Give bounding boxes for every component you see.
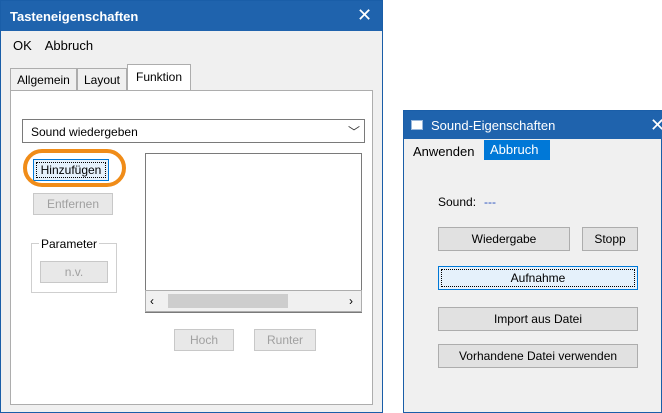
import-button[interactable]: Import aus Datei: [438, 307, 638, 331]
menu-ok[interactable]: OK: [13, 38, 32, 53]
menu-cancel[interactable]: Abbruch: [45, 38, 93, 53]
title-bar: Sound-Eigenschaften ✕: [404, 111, 662, 139]
tab-general[interactable]: Allgemein: [10, 68, 77, 90]
scrollbar-thumb[interactable]: [168, 294, 288, 308]
parameter-group-label: Parameter: [39, 237, 100, 251]
scroll-left-icon[interactable]: ‹: [150, 294, 154, 308]
sound-properties-dialog: Sound-Eigenschaften ✕ Anwenden Abbruch S…: [403, 110, 662, 413]
parameter-button[interactable]: n.v.: [40, 261, 108, 283]
function-select[interactable]: Sound wiedergeben ﹀: [22, 119, 365, 143]
up-button[interactable]: Hoch: [174, 329, 234, 351]
focus-rect: [441, 269, 635, 287]
key-properties-dialog: Tasteneigenschaften ✕ OK Abbruch Allgeme…: [0, 0, 383, 413]
play-button[interactable]: Wiedergabe: [438, 227, 570, 251]
window-title: Sound-Eigenschaften: [431, 118, 556, 133]
record-button[interactable]: Aufnahme: [438, 266, 638, 290]
window-icon: [411, 120, 423, 130]
tab-function[interactable]: Funktion: [127, 64, 191, 91]
menu-cancel[interactable]: Abbruch: [484, 140, 550, 160]
close-icon[interactable]: ✕: [650, 115, 662, 136]
function-select-value: Sound wiedergeben: [31, 125, 138, 139]
tab-layout[interactable]: Layout: [77, 68, 127, 90]
horizontal-scrollbar[interactable]: ‹ ›: [145, 290, 362, 312]
title-bar: Tasteneigenschaften ✕: [1, 1, 382, 31]
stop-button[interactable]: Stopp: [582, 227, 638, 251]
highlight-ellipse: [23, 149, 126, 187]
close-icon[interactable]: ✕: [357, 5, 372, 26]
sound-label: Sound:: [438, 195, 477, 209]
down-button[interactable]: Runter: [254, 329, 316, 351]
use-existing-file-button[interactable]: Vorhandene Datei verwenden: [438, 344, 638, 368]
chevron-down-icon: ﹀: [348, 125, 361, 139]
menu-apply[interactable]: Anwenden: [413, 144, 474, 159]
sound-value: ---: [484, 195, 496, 209]
scroll-right-icon[interactable]: ›: [349, 294, 353, 308]
remove-button[interactable]: Entfernen: [33, 193, 113, 215]
window-title: Tasteneigenschaften: [10, 9, 139, 24]
sound-list[interactable]: [145, 153, 362, 313]
menu-bar: OK Abbruch: [13, 38, 103, 53]
